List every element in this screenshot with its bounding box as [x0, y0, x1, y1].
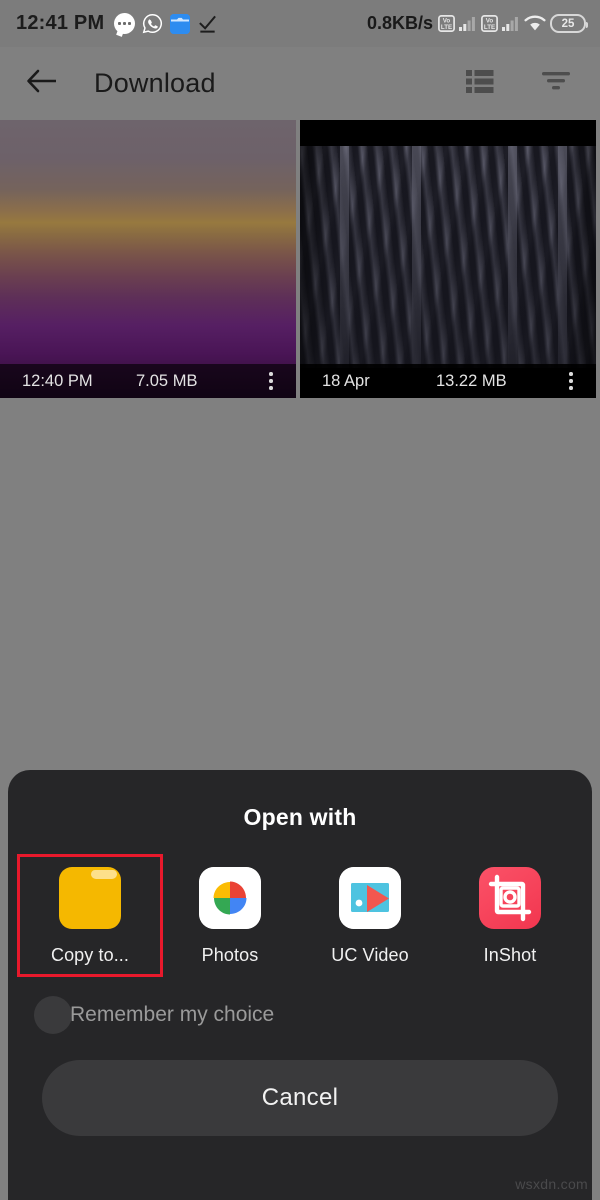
app-option-label: InShot: [483, 945, 537, 965]
dialog-title: Open with: [243, 804, 357, 830]
open-with-dialog: Open with Copy to... Photos UC Video InS…: [8, 770, 592, 1200]
cancel-button[interactable]: Cancel: [42, 1060, 558, 1136]
list-view-icon: [466, 68, 494, 99]
status-bar: 12:41 PM 0.8KB/s Vo LTE Vo LTE 25: [0, 0, 600, 47]
grid-item-date: 18 Apr: [322, 371, 370, 390]
status-bar-left: 12:41 PM: [16, 12, 218, 35]
volte-sim2-icon: Vo LTE: [481, 15, 498, 32]
back-button[interactable]: [18, 60, 66, 108]
grid-item-size: 7.05 MB: [136, 371, 198, 390]
gallery-icon: [170, 13, 191, 34]
overflow-menu-icon[interactable]: [561, 368, 581, 394]
app-option-label: Photos: [201, 945, 259, 965]
arrow-left-icon: [26, 67, 58, 100]
volte-sim1-icon: Vo LTE: [438, 15, 455, 32]
app-option-copy-to[interactable]: Copy to...: [17, 854, 163, 977]
battery-icon: 25: [550, 14, 588, 33]
tree-trunk: [508, 146, 517, 368]
grid-item-size: 13.22 MB: [436, 371, 507, 390]
forest-image-area: [300, 146, 596, 368]
app-chooser-list: Copy to... Photos UC Video InShot: [8, 854, 592, 977]
sort-filter-icon: [541, 69, 571, 98]
folder-icon: [59, 867, 121, 929]
grid-item-footer: 18 Apr 13.22 MB: [300, 364, 596, 398]
svg-text:LTE: LTE: [441, 24, 452, 31]
view-toggle-button[interactable]: [454, 58, 506, 110]
overflow-menu-icon[interactable]: [261, 368, 281, 394]
wifi-icon: [524, 15, 546, 32]
remember-my-choice-label: Remember my choice: [70, 1003, 275, 1026]
signal-sim2-icon: [502, 16, 520, 31]
network-speed-label: 0.8KB/s: [366, 13, 433, 33]
watermark: wsxdn.com: [515, 1176, 588, 1192]
grid-item[interactable]: 18 Apr 13.22 MB: [300, 120, 596, 398]
battery-level-label: 25: [561, 17, 575, 30]
snowy-forest-photo: [300, 120, 596, 398]
chat-bubble-icon: [114, 13, 136, 34]
tree-trunk: [412, 146, 421, 368]
remember-my-choice-checkbox[interactable]: [34, 996, 72, 1034]
app-option-inshot[interactable]: InShot: [440, 857, 580, 974]
uc-video-icon: [339, 867, 401, 929]
tree-trunk: [340, 146, 349, 368]
status-bar-right: 0.8KB/s Vo LTE Vo LTE 25: [366, 13, 588, 34]
file-grid: 12:40 PM 7.05 MB 18 Apr 13.22 MB: [0, 120, 600, 400]
grid-item-date: 12:40 PM: [22, 371, 93, 390]
signal-sim1-icon: [459, 16, 477, 31]
status-bar-clock: 12:41 PM: [16, 12, 105, 34]
grid-item-footer: 12:40 PM 7.05 MB: [0, 364, 296, 398]
app-option-photos[interactable]: Photos: [160, 857, 300, 974]
app-option-label: Copy to...: [50, 945, 130, 965]
app-option-uc-video[interactable]: UC Video: [300, 857, 440, 974]
whatsapp-icon: [142, 13, 163, 34]
svg-text:LTE: LTE: [484, 24, 495, 31]
page-title: Download: [94, 68, 216, 98]
inshot-icon: [479, 867, 541, 929]
tree-trunk: [558, 146, 567, 368]
remember-my-choice-row[interactable]: Remember my choice: [8, 996, 592, 1034]
grid-item[interactable]: 12:40 PM 7.05 MB: [0, 120, 296, 398]
google-photos-icon: [199, 867, 261, 929]
checkmark-icon: [197, 13, 218, 34]
app-toolbar: Download: [0, 47, 600, 120]
sunset-gradient-photo: [0, 120, 296, 398]
app-option-label: UC Video: [331, 945, 409, 965]
sort-button[interactable]: [530, 58, 582, 110]
